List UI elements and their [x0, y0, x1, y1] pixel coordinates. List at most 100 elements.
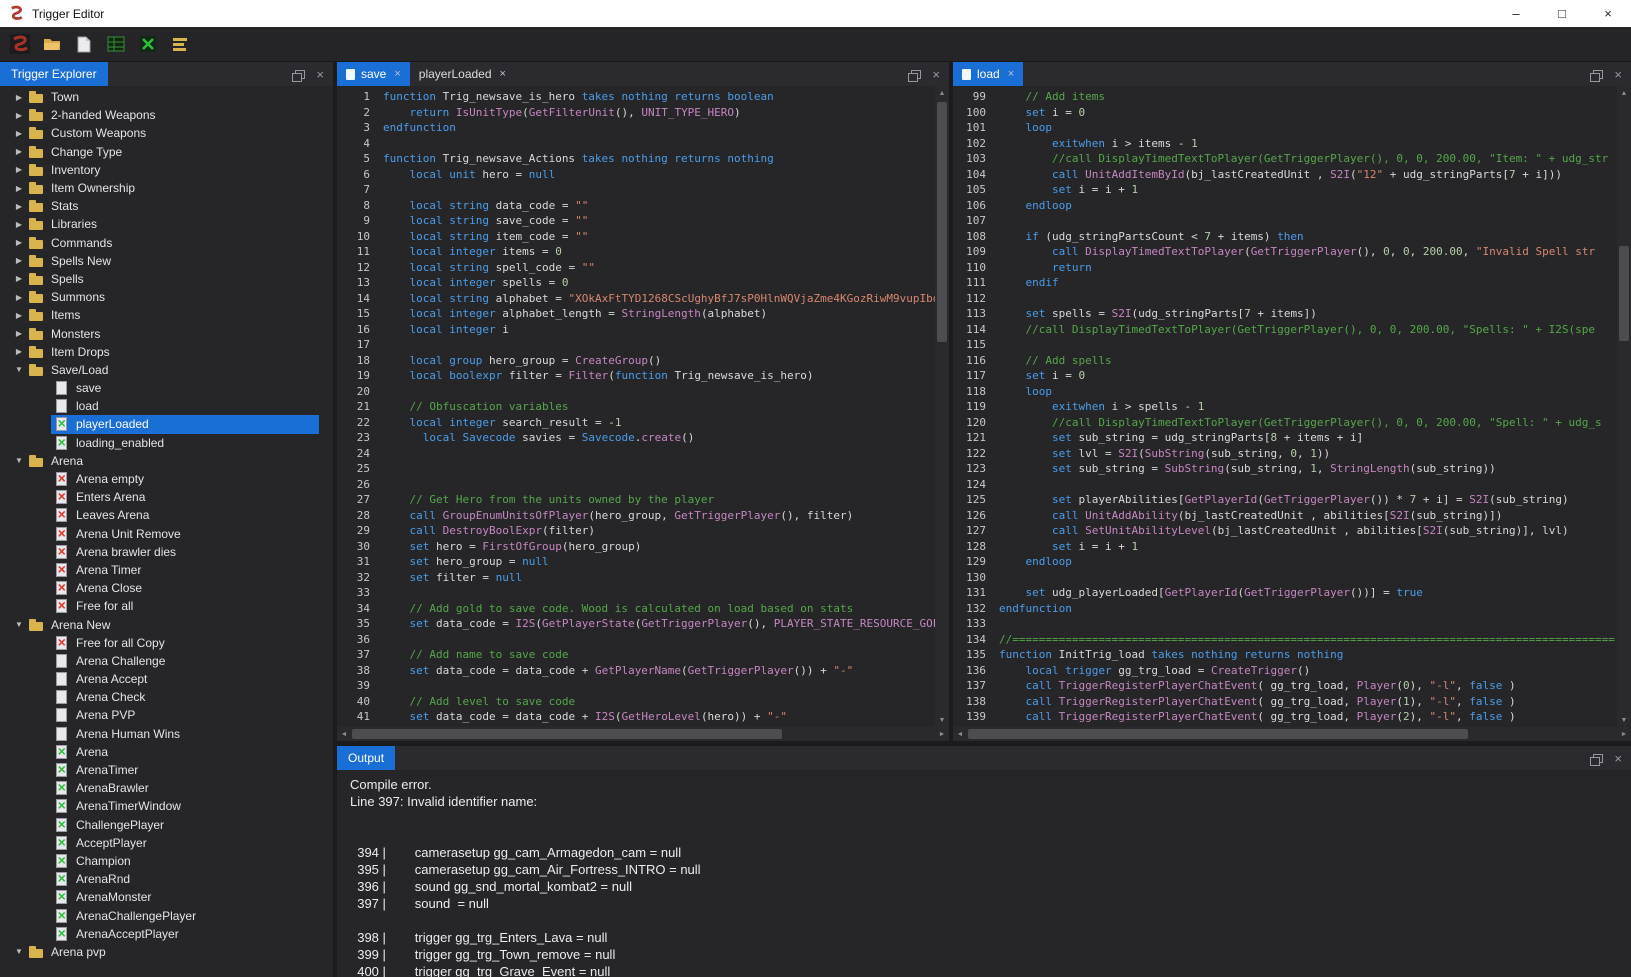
scrollbar-thumb[interactable]	[937, 102, 947, 342]
tree-item-body[interactable]: Arena Challenge	[51, 652, 319, 670]
chevron-right-icon[interactable]: ▶	[12, 220, 26, 229]
tree-item-body[interactable]: Inventory	[26, 161, 319, 179]
tree-item-body[interactable]: Spells	[26, 270, 319, 288]
trigger-tree[interactable]: ▶Town▶2-handed Weapons▶Custom Weapons▶Ch…	[0, 86, 319, 963]
tree-item-arena-pvp[interactable]: ▼Arena pvp	[0, 943, 319, 961]
chevron-right-icon[interactable]: ▶	[12, 256, 26, 265]
tree-item-body[interactable]: Item Drops	[26, 343, 319, 361]
tree-item-body[interactable]: ×ArenaBrawler	[51, 779, 319, 797]
chevron-right-icon[interactable]: ▶	[12, 111, 26, 120]
tree-item-loading-enabled[interactable]: ×loading_enabled	[0, 434, 319, 452]
tree-item-arena-human-wins[interactable]: Arena Human Wins	[0, 725, 319, 743]
tree-item-body[interactable]: ×Free for all Copy	[51, 634, 319, 652]
tree-item-arena[interactable]: ×Arena	[0, 743, 319, 761]
tree-item-playerloaded[interactable]: ×playerLoaded	[0, 415, 319, 433]
tree-item-body[interactable]: Town	[26, 88, 319, 106]
tree-item-acceptplayer[interactable]: ×AcceptPlayer	[0, 834, 319, 852]
chevron-right-icon[interactable]: ▶	[12, 329, 26, 338]
editor-vertical-scrollbar[interactable]: ▲ ▼	[935, 86, 949, 727]
close-panel-icon[interactable]: ×	[932, 68, 940, 81]
tree-item-2-handed-weapons[interactable]: ▶2-handed Weapons	[0, 106, 319, 124]
tree-item-body[interactable]: ×ChallengePlayer	[51, 816, 319, 834]
tree-item-inventory[interactable]: ▶Inventory	[0, 161, 319, 179]
tree-item-body[interactable]: save	[51, 379, 319, 397]
tree-item-arena-check[interactable]: Arena Check	[0, 688, 319, 706]
tree-item-body[interactable]: ×Arena Unit Remove	[51, 525, 319, 543]
editor-tab-playerloaded[interactable]: playerLoaded×	[410, 62, 515, 86]
tree-item-body[interactable]: ×Arena Close	[51, 579, 319, 597]
code-editor-load[interactable]: 99 // Add items100 set i = 0101 loop102 …	[953, 86, 1617, 727]
tree-item-body[interactable]: Change Type	[26, 143, 319, 161]
tree-item-arenamonster[interactable]: ×ArenaMonster	[0, 888, 319, 906]
tree-item-arena-empty[interactable]: ×Arena empty	[0, 470, 319, 488]
tree-item-free-for-all[interactable]: ×Free for all	[0, 597, 319, 615]
tree-item-item-drops[interactable]: ▶Item Drops	[0, 343, 319, 361]
editor-tab-load[interactable]: load×	[953, 62, 1023, 86]
scrollbar-thumb[interactable]	[968, 729, 1468, 739]
tree-item-arena-new[interactable]: ▼Arena New	[0, 615, 319, 633]
editor-vertical-scrollbar[interactable]: ▲ ▼	[1617, 86, 1631, 727]
tree-item-body[interactable]: ×ArenaMonster	[51, 888, 319, 906]
scroll-up-icon[interactable]: ▲	[935, 86, 949, 100]
tree-item-body[interactable]: ×Arena brawler dies	[51, 543, 319, 561]
tree-item-arenatimer[interactable]: ×ArenaTimer	[0, 761, 319, 779]
tree-item-body[interactable]: ×ArenaRnd	[51, 870, 319, 888]
tree-item-town[interactable]: ▶Town	[0, 88, 319, 106]
float-panel-icon[interactable]	[1593, 754, 1603, 763]
scroll-up-icon[interactable]: ▲	[1617, 86, 1631, 100]
tree-item-monsters[interactable]: ▶Monsters	[0, 324, 319, 342]
tree-item-body[interactable]: ×AcceptPlayer	[51, 834, 319, 852]
chevron-down-icon[interactable]: ▼	[12, 365, 26, 374]
tree-item-body[interactable]: ×ArenaTimer	[51, 761, 319, 779]
close-panel-icon[interactable]: ×	[1614, 752, 1622, 765]
tree-item-body[interactable]: Arena Check	[51, 688, 319, 706]
editor-tab-save[interactable]: save×	[337, 62, 410, 86]
scroll-right-icon[interactable]: ►	[935, 727, 949, 741]
tree-item-arena-timer[interactable]: ×Arena Timer	[0, 561, 319, 579]
tree-item-body[interactable]: Arena pvp	[26, 943, 319, 961]
tree-item-body[interactable]: Items	[26, 306, 319, 324]
tree-item-summons[interactable]: ▶Summons	[0, 288, 319, 306]
tree-item-body[interactable]: Arena Accept	[51, 670, 319, 688]
new-file-button[interactable]	[70, 31, 97, 58]
tab-close-icon[interactable]: ×	[394, 68, 400, 80]
chevron-right-icon[interactable]: ▶	[12, 147, 26, 156]
chevron-down-icon[interactable]: ▼	[12, 947, 26, 956]
scroll-down-icon[interactable]: ▼	[1617, 713, 1631, 727]
tree-item-body[interactable]: ×playerLoaded	[51, 415, 319, 433]
tree-item-spells-new[interactable]: ▶Spells New	[0, 252, 319, 270]
chevron-down-icon[interactable]: ▼	[12, 456, 26, 465]
float-panel-icon[interactable]	[295, 70, 305, 79]
tree-item-challengeplayer[interactable]: ×ChallengePlayer	[0, 816, 319, 834]
tree-item-arenabrawler[interactable]: ×ArenaBrawler	[0, 779, 319, 797]
tree-item-libraries[interactable]: ▶Libraries	[0, 215, 319, 233]
tree-item-body[interactable]: ×ArenaAcceptPlayer	[51, 925, 319, 943]
tree-item-body[interactable]: ×Arena Timer	[51, 561, 319, 579]
chevron-right-icon[interactable]: ▶	[12, 311, 26, 320]
convert-script-button[interactable]	[134, 31, 161, 58]
variables-table-button[interactable]	[102, 31, 129, 58]
tree-item-body[interactable]: Arena Human Wins	[51, 725, 319, 743]
tree-item-arena[interactable]: ▼Arena	[0, 452, 319, 470]
tree-item-body[interactable]: Item Ownership	[26, 179, 319, 197]
tab-close-icon[interactable]: ×	[1008, 68, 1014, 80]
chevron-right-icon[interactable]: ▶	[12, 274, 26, 283]
close-panel-icon[interactable]: ×	[316, 68, 324, 81]
tree-item-commands[interactable]: ▶Commands	[0, 234, 319, 252]
tree-item-arena-accept[interactable]: Arena Accept	[0, 670, 319, 688]
tree-item-body[interactable]: ×Arena	[51, 743, 319, 761]
minimize-button[interactable]: –	[1493, 0, 1539, 27]
tree-item-items[interactable]: ▶Items	[0, 306, 319, 324]
chevron-right-icon[interactable]: ▶	[12, 184, 26, 193]
tree-item-body[interactable]: ×Enters Arena	[51, 488, 319, 506]
tree-item-body[interactable]: ×champion attacks	[51, 961, 319, 963]
chevron-right-icon[interactable]: ▶	[12, 347, 26, 356]
scroll-down-icon[interactable]: ▼	[935, 713, 949, 727]
float-panel-icon[interactable]	[1593, 70, 1603, 79]
tree-item-stats[interactable]: ▶Stats	[0, 197, 319, 215]
scroll-left-icon[interactable]: ◄	[337, 727, 351, 741]
tree-item-body[interactable]: ×Arena empty	[51, 470, 319, 488]
close-button[interactable]: ×	[1585, 0, 1631, 27]
chevron-right-icon[interactable]: ▶	[12, 129, 26, 138]
float-panel-icon[interactable]	[911, 70, 921, 79]
